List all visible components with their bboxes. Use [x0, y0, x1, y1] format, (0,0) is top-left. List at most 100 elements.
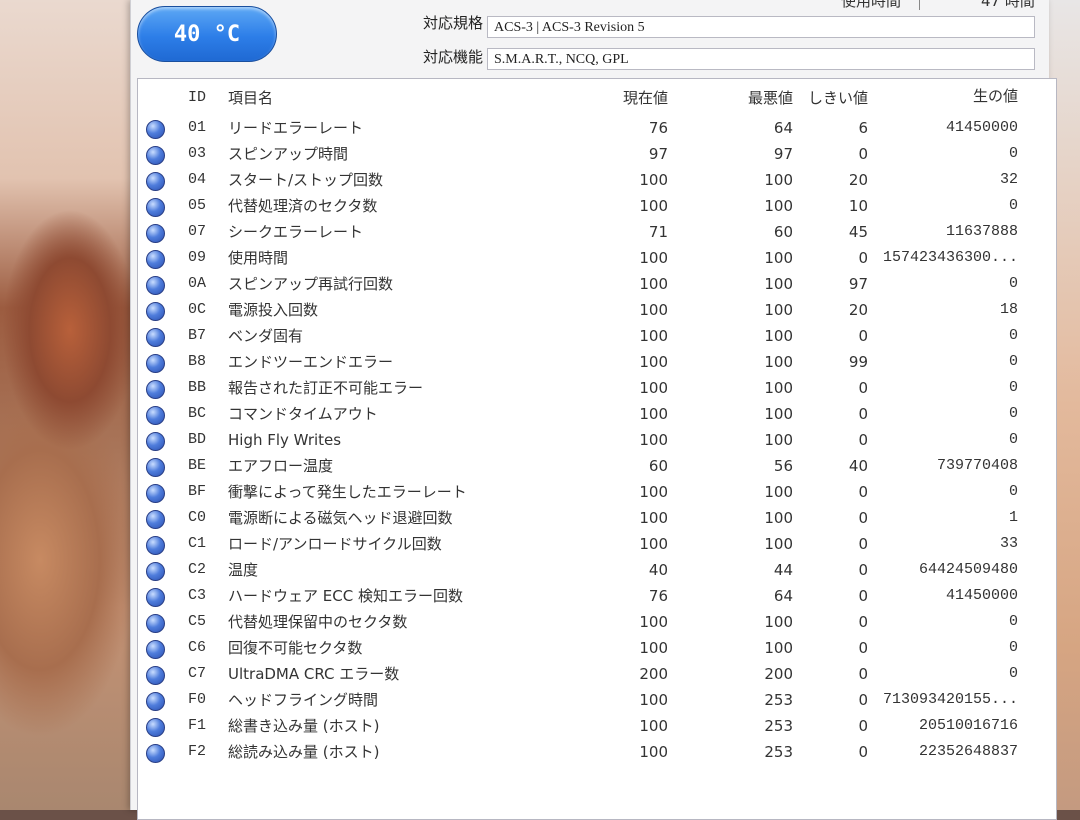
table-row[interactable]: F1 総書き込み量 (ホスト) 100 253 0 20510016716 [138, 713, 1056, 739]
attribute-raw: 0 [1008, 613, 1018, 630]
attribute-worst: 100 [764, 613, 793, 631]
table-row[interactable]: 0C 電源投入回数 100 100 20 18 [138, 297, 1056, 323]
attribute-name: ロード/アンロードサイクル回数 [228, 535, 442, 553]
table-row[interactable]: C5 代替処理保留中のセクタ数 100 100 0 0 [138, 609, 1056, 635]
attribute-current: 100 [639, 535, 668, 553]
attribute-worst: 253 [764, 743, 793, 761]
attribute-name: 電源投入回数 [228, 301, 319, 319]
table-row[interactable]: B7 ベンダ固有 100 100 0 0 [138, 323, 1056, 349]
column-header-raw[interactable]: 生の値 [873, 85, 1018, 111]
status-good-icon [146, 406, 165, 425]
attribute-current: 100 [639, 327, 668, 345]
attribute-raw: 739770408 [936, 457, 1018, 474]
column-header-worst[interactable]: 最悪値 [673, 85, 793, 111]
attribute-raw: 0 [1008, 145, 1018, 162]
table-row[interactable]: 07 シークエラーレート 71 60 45 11637888 [138, 219, 1056, 245]
attribute-name: 代替処理保留中のセクタ数 [228, 613, 408, 631]
attribute-current: 100 [639, 405, 668, 423]
column-header-current[interactable]: 現在値 [518, 85, 668, 111]
table-row[interactable]: C7 UltraDMA CRC エラー数 200 200 0 0 [138, 661, 1056, 687]
attribute-threshold: 0 [858, 587, 868, 605]
attribute-id: 09 [188, 249, 207, 266]
attribute-current: 200 [639, 665, 668, 683]
attribute-current: 100 [639, 301, 668, 319]
attribute-worst: 97 [773, 145, 793, 163]
attribute-threshold: 0 [858, 327, 868, 345]
attribute-id: C3 [188, 587, 207, 604]
table-row[interactable]: BE エアフロー温度 60 56 40 739770408 [138, 453, 1056, 479]
attribute-id: 05 [188, 197, 207, 214]
attribute-worst: 100 [764, 249, 793, 267]
attribute-worst: 253 [764, 691, 793, 709]
attribute-current: 100 [639, 171, 668, 189]
attribute-worst: 100 [764, 171, 793, 189]
table-row[interactable]: 04 スタート/ストップ回数 100 100 20 32 [138, 167, 1056, 193]
table-row[interactable]: 05 代替処理済のセクタ数 100 100 10 0 [138, 193, 1056, 219]
attribute-threshold: 97 [848, 275, 868, 293]
table-row[interactable]: C2 温度 40 44 0 64424509480 [138, 557, 1056, 583]
table-row[interactable]: 09 使用時間 100 100 0 157423436300... [138, 245, 1056, 271]
attribute-current: 97 [648, 145, 668, 163]
table-row[interactable]: C1 ロード/アンロードサイクル回数 100 100 0 33 [138, 531, 1056, 557]
status-good-icon [146, 276, 165, 295]
status-good-icon [146, 458, 165, 477]
attribute-current: 100 [639, 249, 668, 267]
table-row[interactable]: B8 エンドツーエンドエラー 100 100 99 0 [138, 349, 1056, 375]
status-good-icon [146, 614, 165, 633]
column-header-threshold[interactable]: しきい値 [798, 85, 868, 111]
table-row[interactable]: 01 リードエラーレート 76 64 6 41450000 [138, 115, 1056, 141]
table-row[interactable]: C6 回復不可能セクタ数 100 100 0 0 [138, 635, 1056, 661]
table-row[interactable]: BB 報告された訂正不可能エラー 100 100 0 0 [138, 375, 1056, 401]
status-good-icon [146, 744, 165, 763]
status-good-icon [146, 380, 165, 399]
attribute-current: 100 [639, 613, 668, 631]
status-good-icon [146, 510, 165, 529]
attribute-current: 76 [648, 119, 668, 137]
attribute-worst: 100 [764, 535, 793, 553]
table-row[interactable]: BF 衝撃によって発生したエラーレート 100 100 0 0 [138, 479, 1056, 505]
table-row[interactable]: F0 ヘッドフライング時間 100 253 0 713093420155... [138, 687, 1056, 713]
temperature-status-badge[interactable]: 40 °C [137, 6, 277, 62]
attribute-threshold: 0 [858, 405, 868, 423]
table-row[interactable]: 03 スピンアップ時間 97 97 0 0 [138, 141, 1056, 167]
attribute-threshold: 0 [858, 535, 868, 553]
attribute-id: F2 [188, 743, 207, 760]
status-good-icon [146, 354, 165, 373]
table-row[interactable]: C0 電源断による磁気ヘッド退避回数 100 100 0 1 [138, 505, 1056, 531]
attribute-current: 100 [639, 431, 668, 449]
attribute-raw: 0 [1008, 665, 1018, 682]
table-row[interactable]: C3 ハードウェア ECC 検知エラー回数 76 64 0 41450000 [138, 583, 1056, 609]
smart-attributes-table[interactable]: ID 項目名 現在値 最悪値 しきい値 生の値 01 リードエラーレート 76 64 6… [137, 78, 1057, 820]
attribute-worst: 100 [764, 379, 793, 397]
status-good-icon [146, 250, 165, 269]
attribute-threshold: 0 [858, 145, 868, 163]
attribute-name: 電源断による磁気ヘッド退避回数 [228, 509, 453, 527]
table-row[interactable]: F2 総読み込み量 (ホスト) 100 253 0 22352648837 [138, 739, 1056, 765]
attribute-name: スピンアップ時間 [228, 145, 349, 163]
attribute-name: コマンドタイムアウト [228, 405, 378, 423]
attribute-name: エアフロー温度 [228, 457, 334, 475]
attribute-worst: 100 [764, 509, 793, 527]
attribute-id: BE [188, 457, 207, 474]
attribute-current: 100 [639, 197, 668, 215]
attribute-raw: 157423436300... [882, 249, 1018, 266]
attribute-name: スタート/ストップ回数 [228, 171, 384, 189]
attribute-threshold: 0 [858, 379, 868, 397]
attribute-raw: 11637888 [945, 223, 1018, 240]
attribute-name: UltraDMA CRC エラー数 [228, 665, 400, 683]
table-row[interactable]: 0A スピンアップ再試行回数 100 100 97 0 [138, 271, 1056, 297]
attribute-id: F1 [188, 717, 207, 734]
standard-value-field: ACS-3 | ACS-3 Revision 5 [487, 16, 1035, 38]
table-row[interactable]: BC コマンドタイムアウト 100 100 0 0 [138, 401, 1056, 427]
table-row[interactable]: BD High Fly Writes 100 100 0 0 [138, 427, 1056, 453]
attribute-name: シークエラーレート [228, 223, 364, 241]
status-good-icon [146, 146, 165, 165]
status-good-icon [146, 432, 165, 451]
attribute-id: 0A [188, 275, 207, 292]
attribute-name: High Fly Writes [228, 431, 342, 449]
status-good-icon [146, 718, 165, 737]
column-header-id[interactable]: ID [188, 85, 206, 111]
column-header-name[interactable]: 項目名 [228, 85, 273, 111]
attribute-name: スピンアップ再試行回数 [228, 275, 394, 293]
attribute-worst: 100 [764, 405, 793, 423]
